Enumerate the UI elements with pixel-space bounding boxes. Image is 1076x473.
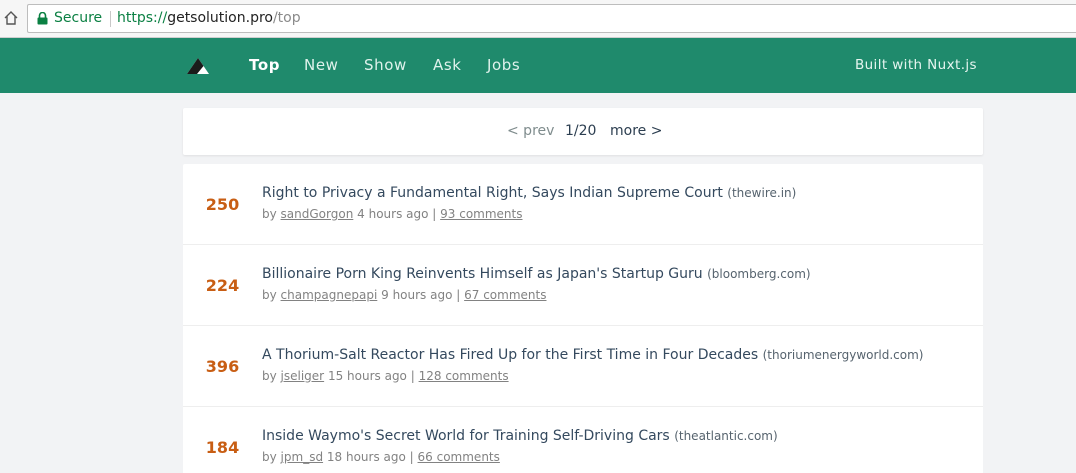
url-host: getsolution.pro — [167, 10, 273, 26]
browser-address-bar: Secure https://getsolution.pro/top — [0, 0, 1076, 38]
story-comments-link[interactable]: 66 comments — [418, 450, 500, 464]
story-title-link[interactable]: Billionaire Porn King Reinvents Himself … — [262, 266, 703, 282]
story-list: 250 Right to Privacy a Fundamental Right… — [183, 164, 983, 473]
story-comments-link[interactable]: 93 comments — [440, 207, 522, 221]
by-label: by — [262, 369, 277, 383]
story-title-link[interactable]: Inside Waymo's Secret World for Training… — [262, 428, 670, 444]
story-user-link[interactable]: sandGorgon — [281, 207, 354, 221]
secure-label: Secure — [54, 10, 103, 26]
story-time: 18 hours ago | — [326, 450, 414, 464]
story-comments-link[interactable]: 67 comments — [464, 288, 546, 302]
story-time: 4 hours ago | — [357, 207, 437, 221]
story-score: 224 — [205, 276, 240, 295]
story-title-line: Right to Privacy a Fundamental Right, Sa… — [262, 185, 796, 201]
nav-ask[interactable]: Ask — [433, 56, 462, 74]
nav-jobs[interactable]: Jobs — [487, 56, 520, 74]
story-title-line: Inside Waymo's Secret World for Training… — [262, 428, 778, 444]
built-with-link[interactable]: Built with Nuxt.js — [855, 57, 977, 73]
site-header: Top New Show Ask Jobs Built with Nuxt.js — [0, 38, 1076, 93]
home-icon[interactable] — [3, 10, 19, 26]
story-host: (thewire.in) — [727, 186, 797, 200]
story-title-line: A Thorium-Salt Reactor Has Fired Up for … — [262, 347, 923, 363]
by-label: by — [262, 288, 277, 302]
story-user-link[interactable]: jpm_sd — [281, 450, 324, 464]
prev-link[interactable]: < prev — [507, 123, 554, 139]
story-host: (theatlantic.com) — [674, 429, 778, 443]
story-meta: by champagnepapi 9 hours ago | 67 commen… — [262, 288, 546, 302]
story-user-link[interactable]: champagnepapi — [281, 288, 378, 302]
lock-icon — [37, 12, 48, 25]
story-score: 396 — [205, 357, 240, 376]
story-time: 9 hours ago | — [381, 288, 461, 302]
story-title-link[interactable]: A Thorium-Salt Reactor Has Fired Up for … — [262, 347, 758, 363]
list-item: 224 Billionaire Porn King Reinvents Hims… — [183, 245, 983, 326]
story-host: (thoriumenergyworld.com) — [762, 348, 924, 362]
by-label: by — [262, 450, 277, 464]
story-score: 250 — [205, 195, 240, 214]
url-separator — [110, 11, 111, 27]
story-title-line: Billionaire Porn King Reinvents Himself … — [262, 266, 811, 282]
story-meta: by sandGorgon 4 hours ago | 93 comments — [262, 207, 523, 221]
url-field[interactable]: Secure https://getsolution.pro/top — [27, 4, 1076, 33]
list-item: 184 Inside Waymo's Secret World for Trai… — [183, 407, 983, 473]
pager: < prev 1/20 more > — [183, 108, 983, 155]
by-label: by — [262, 207, 277, 221]
more-link[interactable]: more > — [610, 123, 662, 139]
story-meta: by jpm_sd 18 hours ago | 66 comments — [262, 450, 500, 464]
story-meta: by jseliger 15 hours ago | 128 comments — [262, 369, 509, 383]
list-item: 396 A Thorium-Salt Reactor Has Fired Up … — [183, 326, 983, 407]
list-item: 250 Right to Privacy a Fundamental Right… — [183, 164, 983, 245]
nav-show[interactable]: Show — [364, 56, 407, 74]
story-user-link[interactable]: jseliger — [281, 369, 325, 383]
nav-top[interactable]: Top — [249, 56, 280, 74]
story-title-link[interactable]: Right to Privacy a Fundamental Right, Sa… — [262, 185, 723, 201]
page-indicator: 1/20 — [565, 123, 597, 139]
story-comments-link[interactable]: 128 comments — [419, 369, 509, 383]
url-scheme: https:// — [117, 10, 168, 26]
url-path: /top — [272, 10, 301, 26]
story-score: 184 — [205, 438, 240, 457]
nav-new[interactable]: New — [304, 56, 339, 74]
story-host: (bloomberg.com) — [707, 267, 811, 281]
nuxt-logo-icon[interactable] — [186, 57, 213, 75]
story-time: 15 hours ago | — [327, 369, 415, 383]
url-text: https://getsolution.pro/top — [117, 10, 301, 26]
